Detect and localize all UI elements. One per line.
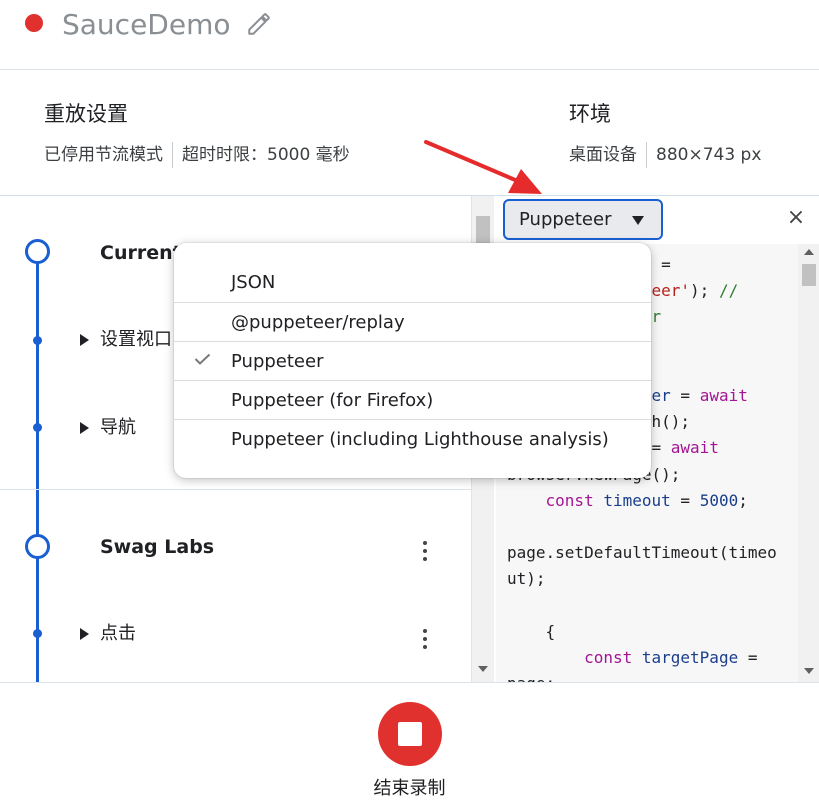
timeline-section-node xyxy=(25,239,50,264)
step-label: 点击 xyxy=(100,623,136,644)
step-click[interactable]: 点击 xyxy=(80,621,136,647)
format-select-value: Puppeteer xyxy=(519,209,612,230)
device-type: 桌面设备 xyxy=(569,145,637,165)
menu-item-label: Puppeteer xyxy=(231,351,324,372)
scroll-down-arrow-icon[interactable] xyxy=(478,666,488,672)
menu-item-label: JSON xyxy=(231,272,276,293)
menu-item-puppeteer[interactable]: Puppeteer xyxy=(174,341,651,380)
recording-header: SauceDemo xyxy=(0,0,819,70)
scroll-up-arrow-icon[interactable] xyxy=(804,249,814,255)
environment-title: 环境 xyxy=(569,102,611,126)
recording-title[interactable]: SauceDemo xyxy=(62,6,231,44)
section-title-swag-labs[interactable]: Swag Labs xyxy=(100,534,214,560)
expand-triangle-icon[interactable] xyxy=(80,628,89,640)
timeline-line xyxy=(36,252,39,682)
timeout-value: 超时时限：5000 毫秒 xyxy=(182,145,350,165)
format-select[interactable]: Puppeteer xyxy=(503,199,663,240)
throttling-status: 已停用节流模式 xyxy=(44,145,163,165)
menu-item-puppeteer-lighthouse[interactable]: Puppeteer (including Lighthouse analysis… xyxy=(174,419,651,458)
scroll-down-arrow-icon[interactable] xyxy=(804,668,814,674)
scrollbar-thumb[interactable] xyxy=(802,264,816,286)
checkmark-icon xyxy=(194,353,211,365)
menu-item-puppeteer-firefox[interactable]: Puppeteer (for Firefox) xyxy=(174,380,651,419)
menu-item-label: Puppeteer (including Lighthouse analysis… xyxy=(231,429,609,450)
code-line: ut); xyxy=(507,569,546,589)
code-scrollbar[interactable] xyxy=(798,244,819,682)
menu-item-label: @puppeteer/replay xyxy=(231,312,405,333)
recording-indicator-icon xyxy=(25,14,43,32)
menu-item-puppeteer-replay[interactable]: @puppeteer/replay xyxy=(174,302,651,341)
code-line: const targetPage = xyxy=(584,648,758,668)
code-line: const timeout = 5000; xyxy=(545,490,748,510)
timeline-step-dot xyxy=(33,336,42,345)
annotation-arrow-icon xyxy=(424,140,542,194)
stop-icon xyxy=(398,722,422,746)
step-label: 设置视口 xyxy=(100,329,172,350)
timeline-step-dot xyxy=(33,423,42,432)
stop-recording-label: 结束录制 xyxy=(373,778,446,799)
timeline-step-dot xyxy=(33,629,42,638)
code-line: page.setDefaultTimeout(timeo xyxy=(507,543,777,563)
environment-separator xyxy=(646,142,647,168)
more-vert-icon[interactable] xyxy=(422,541,428,563)
menu-item-json[interactable]: JSON xyxy=(174,263,651,302)
pencil-edit-icon[interactable] xyxy=(246,11,272,37)
code-line: { xyxy=(507,621,556,641)
section-title-current[interactable]: Current xyxy=(100,240,182,266)
viewport-size: 880×743 px xyxy=(656,145,762,165)
timeline-section-node xyxy=(25,534,50,559)
replay-settings-title[interactable]: 重放设置 xyxy=(44,100,128,128)
code-line: page; xyxy=(507,674,555,682)
dropdown-caret-icon xyxy=(632,216,644,225)
replay-settings-summary: 已停用节流模式 超时时限：5000 毫秒 xyxy=(44,142,350,168)
menu-item-label: Puppeteer (for Firefox) xyxy=(231,390,434,411)
settings-band: 重放设置 已停用节流模式 超时时限：5000 毫秒 环境 桌面设备 880×74… xyxy=(0,70,819,196)
scrollbar-thumb[interactable] xyxy=(476,216,490,246)
step-label: 导航 xyxy=(100,417,136,438)
close-icon[interactable]: × xyxy=(785,207,807,229)
recording-footer: 结束录制 xyxy=(0,682,819,802)
settings-separator xyxy=(172,142,173,168)
section-divider xyxy=(0,489,471,490)
environment-summary: 桌面设备 880×743 px xyxy=(569,142,761,168)
expand-triangle-icon[interactable] xyxy=(80,422,89,434)
more-vert-icon[interactable] xyxy=(422,629,428,651)
format-dropdown-menu: JSON @puppeteer/replay Puppeteer Puppete… xyxy=(174,243,651,478)
stop-recording-button[interactable] xyxy=(378,702,442,766)
step-set-viewport[interactable]: 设置视口 xyxy=(80,327,172,353)
expand-triangle-icon[interactable] xyxy=(80,334,89,346)
step-navigate[interactable]: 导航 xyxy=(80,415,136,441)
